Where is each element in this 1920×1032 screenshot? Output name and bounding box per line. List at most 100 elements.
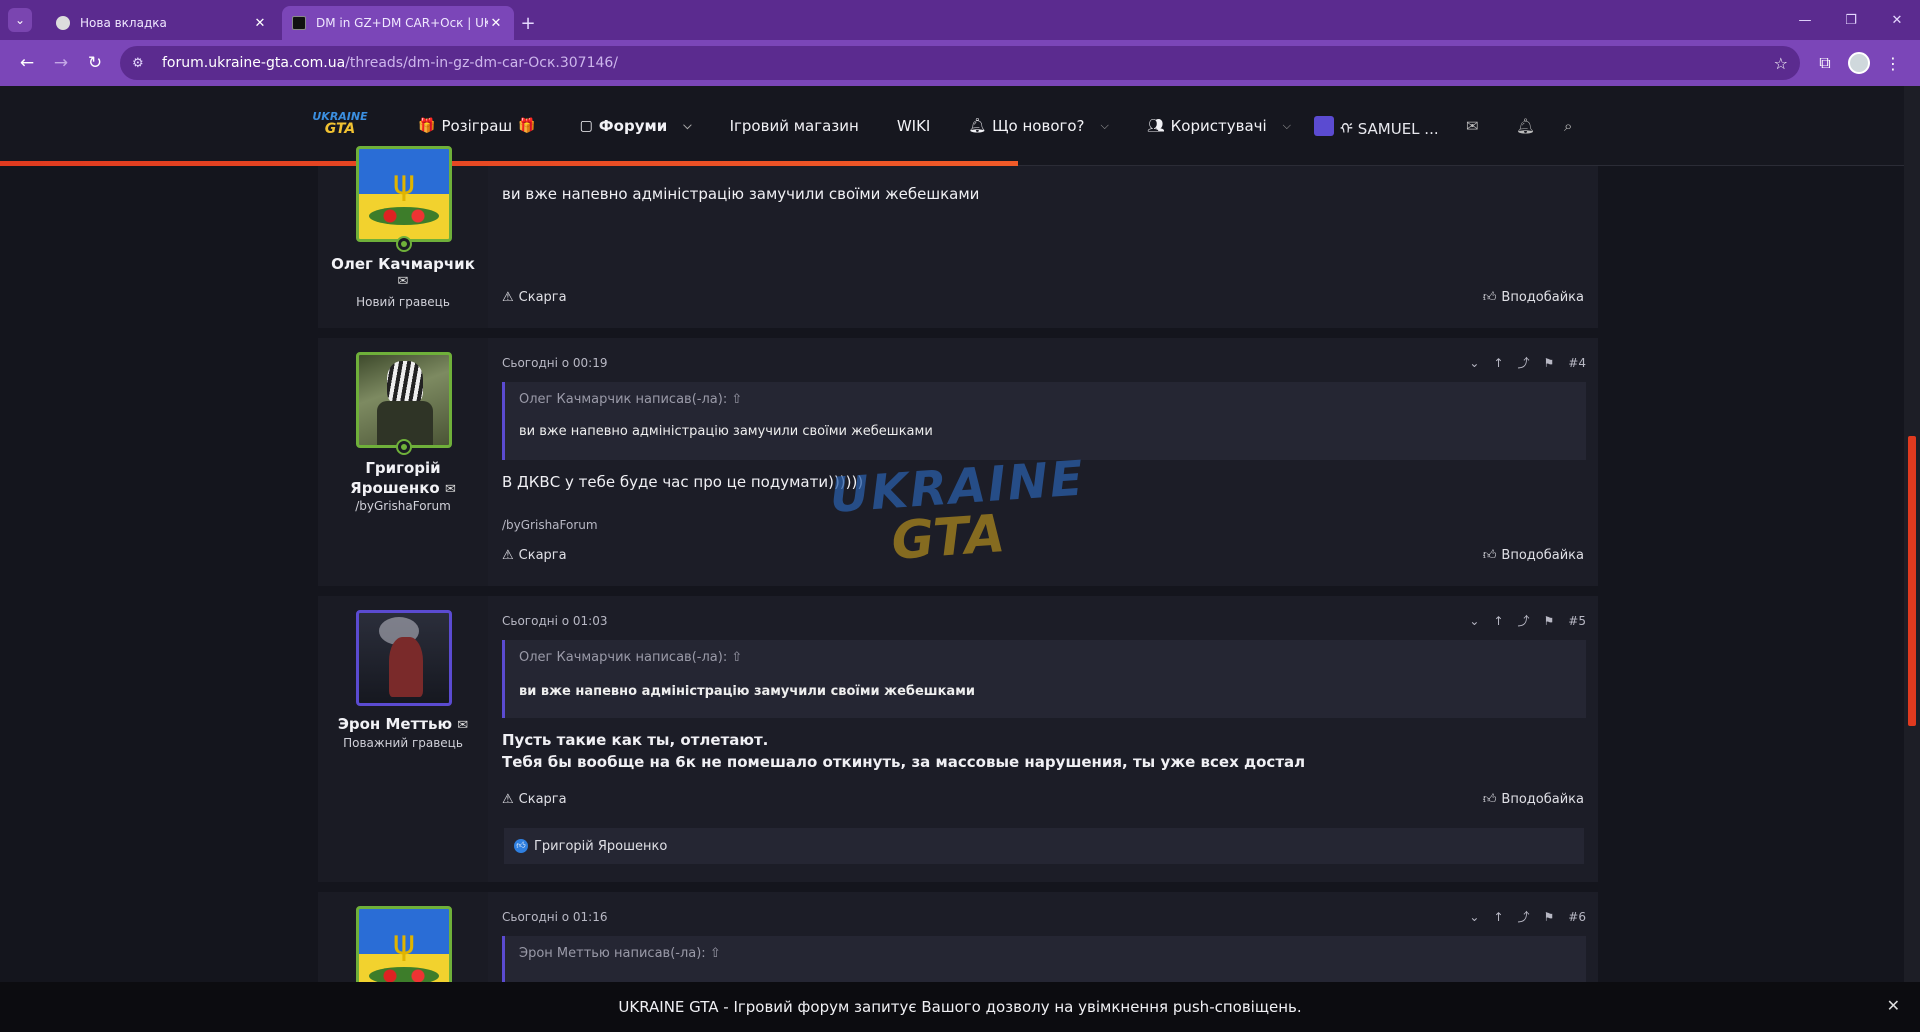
chrome-icon: [56, 16, 70, 30]
nav-wiki[interactable]: WIKI: [897, 117, 931, 135]
post-actions: ⌄ ↑ ⤴ ⚑ #4: [1455, 354, 1586, 371]
nav-whats-new[interactable]: 🔔︎ Що нового? ⌵: [968, 117, 1109, 135]
url-bar[interactable]: ⚙ forum.ukraine-gta.com.ua /threads/dm-i…: [120, 46, 1800, 80]
mail-icon[interactable]: ✉: [398, 274, 409, 289]
share-icon[interactable]: ⤴: [1518, 612, 1530, 629]
search-icon[interactable]: ⌕: [1564, 86, 1572, 166]
close-icon[interactable]: ✕: [1887, 996, 1900, 1015]
reaction-icon[interactable]: ⌄: [1469, 356, 1479, 370]
url-host: forum.ukraine-gta.com.ua: [162, 55, 346, 71]
share-icon[interactable]: ⤴: [1518, 354, 1530, 371]
close-tab-icon[interactable]: ✕: [488, 16, 504, 31]
site-logo[interactable]: UKRAINE GTA: [310, 110, 370, 140]
arrow-circle-up-icon[interactable]: ⇧: [731, 650, 742, 665]
post-author[interactable]: Эрон Меттью ✉: [318, 714, 488, 736]
author-name[interactable]: Григорій Ярошенко: [350, 459, 441, 497]
tab-title: Нова вкладка: [80, 16, 167, 30]
report-button[interactable]: ⚠ Скарга: [502, 290, 567, 305]
minimize-icon[interactable]: —: [1782, 0, 1828, 40]
report-button[interactable]: ⚠ Скарга: [502, 792, 567, 807]
share-icon[interactable]: ⤴: [1518, 908, 1530, 925]
bookmark-icon[interactable]: ⚑: [1544, 356, 1555, 370]
logo-text-bottom: GTA: [324, 121, 356, 137]
quote-header[interactable]: Олег Качмарчик написав(-ла): ⇧: [519, 650, 742, 665]
report-button[interactable]: ⚠ Скарга: [502, 548, 567, 563]
reaction-icon[interactable]: ⌄: [1469, 910, 1479, 924]
post-number[interactable]: #4: [1568, 356, 1586, 370]
bookmark-icon[interactable]: ⚑: [1544, 614, 1555, 628]
page-scrollbar[interactable]: [1904, 86, 1920, 982]
browser-tab-bar: ⌄ Нова вкладка ✕ DM in GZ+DM CAR+Оск | U…: [0, 0, 1920, 40]
tab-new-tab[interactable]: Нова вкладка ✕: [46, 6, 278, 40]
like-reaction-icon: 👍︎: [514, 839, 528, 853]
new-tab-button[interactable]: +: [514, 6, 542, 40]
online-status-icon: [396, 439, 412, 455]
user-avatar[interactable]: [356, 610, 452, 706]
warning-icon: ⚠: [502, 290, 514, 305]
close-tab-icon[interactable]: ✕: [252, 16, 268, 31]
restore-icon[interactable]: ❐: [1828, 0, 1874, 40]
bookmark-icon[interactable]: ⚑: [1544, 910, 1555, 924]
arrow-up-icon[interactable]: ↑: [1493, 910, 1503, 924]
nav-shop[interactable]: Ігровий магазин: [730, 117, 859, 135]
post-body: Сьогодні о 01:03 ⌄ ↑ ⤴ ⚑ #5 Олег Качмарч…: [488, 596, 1598, 882]
like-button[interactable]: 👍︎ Вподобайка: [1483, 792, 1584, 807]
site-info-icon[interactable]: ⚙: [132, 56, 152, 71]
nav-forums[interactable]: ▢ Форуми ⌵: [580, 117, 692, 135]
extensions-icon[interactable]: ⧉: [1808, 46, 1842, 80]
back-icon[interactable]: ←: [10, 46, 44, 80]
like-label: Вподобайка: [1501, 548, 1584, 563]
post-timestamp[interactable]: Сьогодні о 00:19: [502, 356, 607, 370]
tab-search-button[interactable]: ⌄: [8, 8, 32, 32]
chevron-down-icon[interactable]: ⌵: [683, 119, 691, 133]
profile-avatar[interactable]: [1848, 52, 1870, 74]
chevron-down-icon[interactable]: ⌵: [1283, 119, 1291, 133]
forward-icon[interactable]: →: [44, 46, 78, 80]
post-timestamp[interactable]: Сьогодні о 01:03: [502, 614, 607, 628]
menu-kebab-icon[interactable]: ⋮: [1876, 46, 1910, 80]
scrollbar-thumb[interactable]: [1908, 436, 1916, 726]
reactions-bar[interactable]: 👍︎ Григорій Ярошенко: [504, 828, 1584, 864]
user-avatar[interactable]: ψ: [356, 146, 452, 242]
signature: /byGrishaForum: [502, 518, 598, 532]
user-avatar[interactable]: [356, 352, 452, 448]
post-number[interactable]: #6: [1568, 910, 1586, 924]
post-number[interactable]: #5: [1568, 614, 1586, 628]
bookmark-star-icon[interactable]: ☆: [1774, 54, 1788, 73]
reaction-icon[interactable]: ⌄: [1469, 614, 1479, 628]
nav-giveaway[interactable]: 🎁 Розіграш 🎁: [418, 117, 542, 135]
author-name[interactable]: Олег Качмарчик: [331, 255, 475, 273]
post-author[interactable]: Григорій Ярошенко ✉: [318, 458, 488, 500]
close-window-icon[interactable]: ✕: [1874, 0, 1920, 40]
post-author[interactable]: Олег Качмарчик: [318, 254, 488, 274]
alerts-bell-icon[interactable]: 🔔︎: [1516, 86, 1535, 166]
post-text: ви вже напевно адміністрацію замучили св…: [502, 185, 980, 203]
quote-header[interactable]: Олег Качмарчик написав(-ла): ⇧: [519, 392, 742, 407]
post-item: Эрон Меттью ✉ Поважний гравець Сьогодні …: [318, 596, 1598, 882]
quote-text: ви вже напевно адміністрацію замучили св…: [519, 424, 933, 439]
arrow-up-icon[interactable]: ↑: [1493, 356, 1503, 370]
tab-forum-thread[interactable]: DM in GZ+DM CAR+Оск | UKR ✕: [282, 6, 514, 40]
author-name[interactable]: Эрон Меттью: [338, 715, 452, 733]
arrow-circle-up-icon[interactable]: ⇧: [731, 392, 742, 407]
arrow-circle-up-icon[interactable]: ⇧: [710, 946, 721, 961]
mail-icon[interactable]: ✉: [445, 482, 456, 497]
warning-icon: ⚠: [502, 548, 514, 563]
post-body: Сьогодні о 01:16 ⌄ ↑ ⤴ ⚑ #6 Эрон Меттью …: [488, 892, 1598, 982]
quote-header[interactable]: Эрон Меттью написав(-ла): ⇧: [519, 946, 721, 961]
liked-by-user[interactable]: Григорій Ярошенко: [534, 839, 667, 854]
like-button[interactable]: 👍︎ Вподобайка: [1483, 548, 1584, 563]
post-timestamp[interactable]: Сьогодні о 01:16: [502, 910, 607, 924]
figure-shape: [389, 637, 423, 697]
like-button[interactable]: 👍︎ Вподобайка: [1483, 290, 1584, 305]
inbox-icon[interactable]: ✉: [1466, 86, 1479, 166]
site-header: UKRAINE GTA 🎁 Розіграш 🎁 ▢ Форуми ⌵ Ігро…: [0, 86, 1904, 166]
post-text-line: Тебя бы вообще на 6к не помешало откинут…: [502, 753, 1306, 771]
reload-icon[interactable]: ↻: [78, 46, 112, 80]
user-menu[interactable]: ᡤ SAMUEL ...: [1314, 86, 1439, 166]
nav-users[interactable]: 👥︎ Користувачі ⌵: [1147, 117, 1291, 135]
nav-label: WIKI: [896, 117, 931, 135]
mail-icon[interactable]: ✉: [457, 718, 468, 733]
chevron-down-icon[interactable]: ⌵: [1101, 119, 1109, 133]
arrow-up-icon[interactable]: ↑: [1493, 614, 1503, 628]
